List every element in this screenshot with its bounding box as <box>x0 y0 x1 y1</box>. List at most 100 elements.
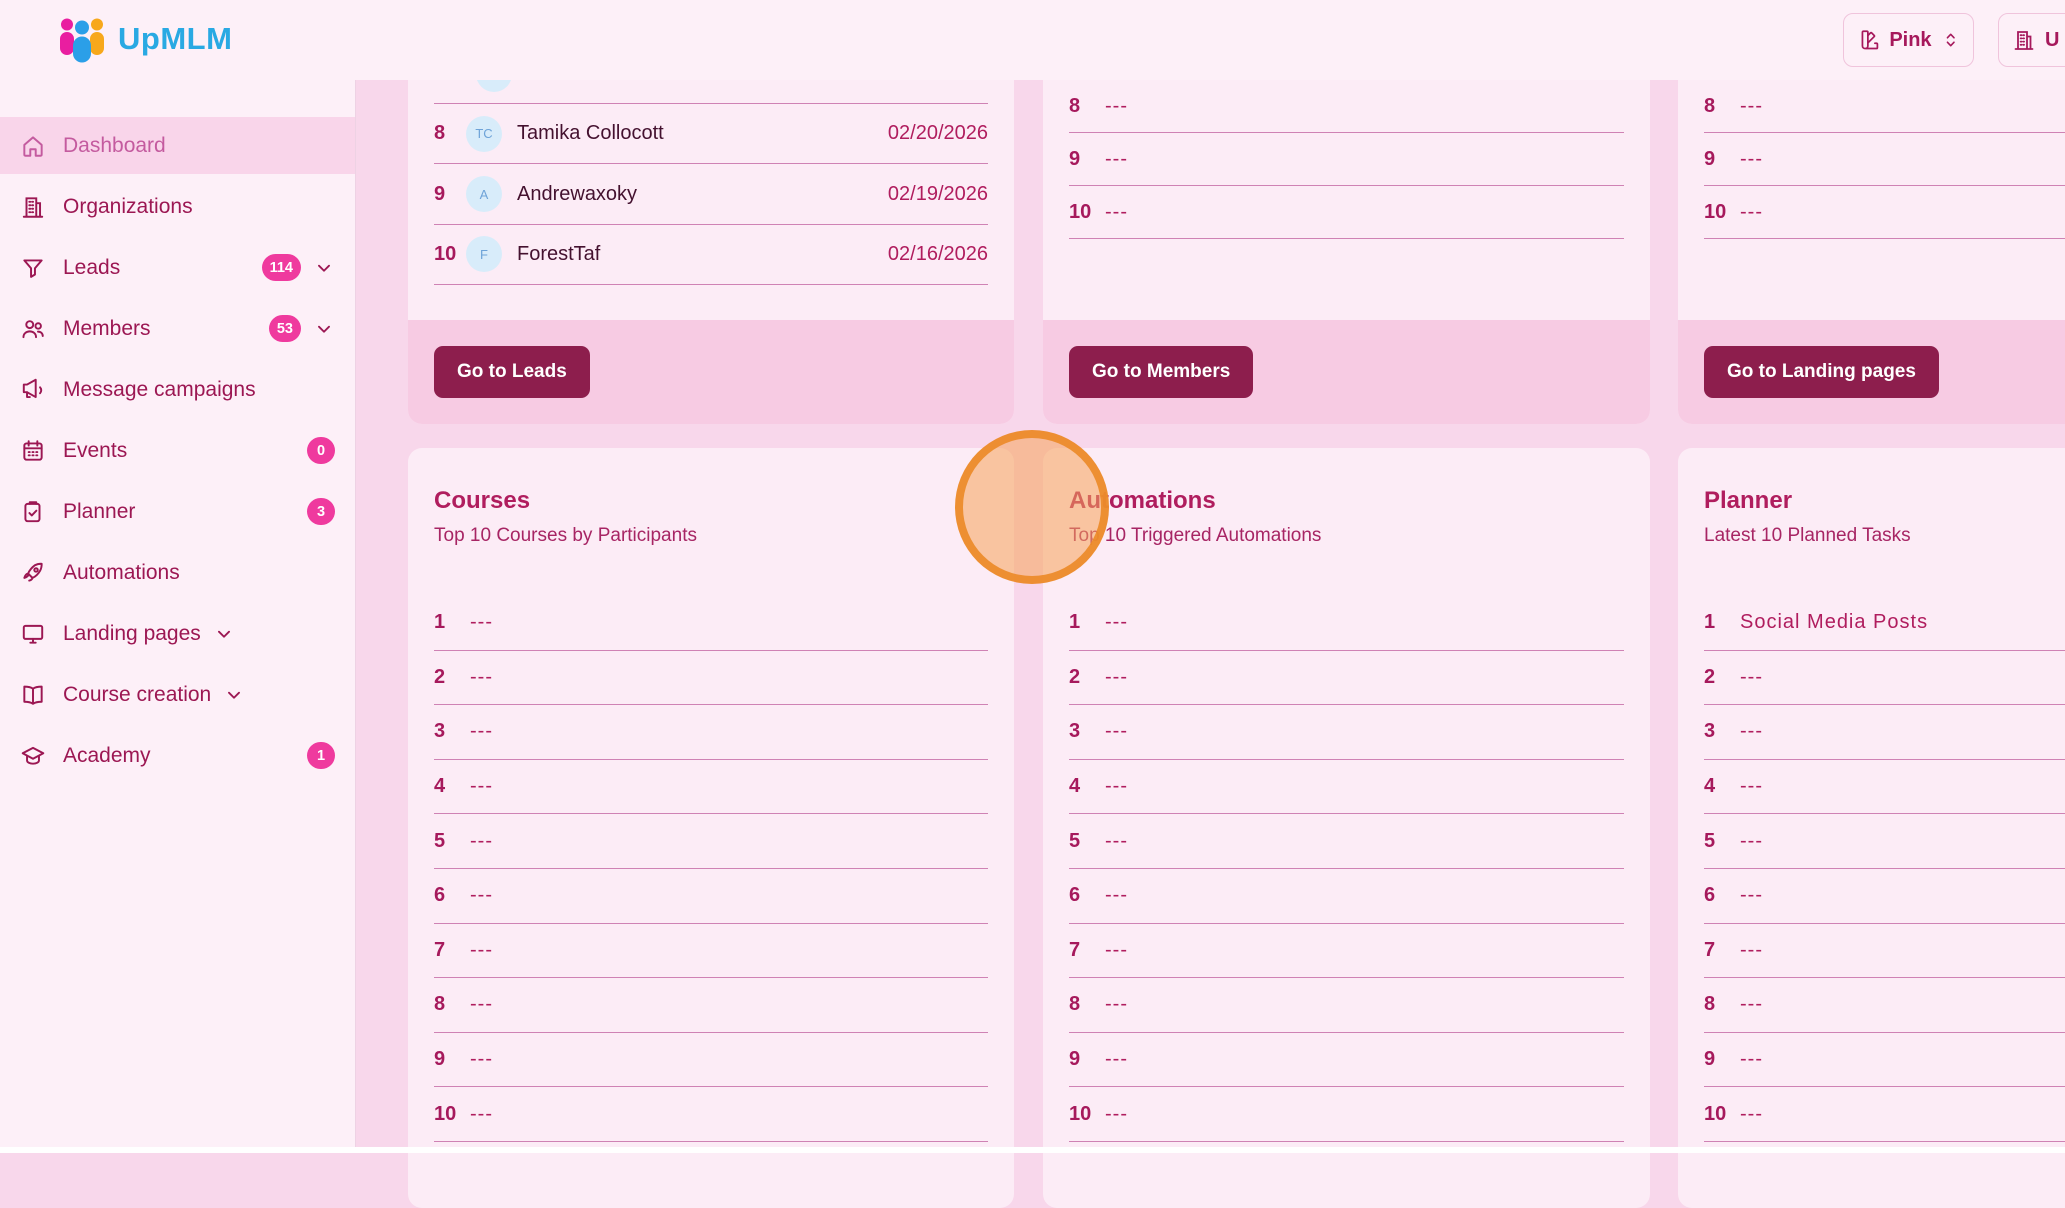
row-value: --- <box>1105 611 1128 634</box>
sidebar-item-icon <box>20 255 46 281</box>
list-item: 1 --- <box>1069 596 1624 651</box>
row-value: --- <box>1105 95 1128 118</box>
partial-lead-row <box>434 80 988 104</box>
row-value: --- <box>470 939 493 962</box>
list-item: 4 --- <box>1069 760 1624 815</box>
list-item: 9 --- <box>1704 1033 2065 1088</box>
sidebar-item-dashboard[interactable]: Dashboard <box>0 117 355 174</box>
card-title: Planner <box>1704 486 2065 516</box>
list-item: 3 --- <box>1069 705 1624 760</box>
list-item: 8 --- <box>1069 80 1624 133</box>
row-rank: 4 <box>434 775 470 798</box>
sidebar-item-label: Leads <box>63 256 120 280</box>
row-value: --- <box>1740 830 1763 853</box>
sidebar-item-icon <box>20 621 46 647</box>
list-item: 10 --- <box>1704 1087 2065 1142</box>
count-badge: 3 <box>307 498 335 525</box>
list-item: 3 --- <box>1704 705 2065 760</box>
page-bottom-strip <box>0 1147 2065 1153</box>
row-value: --- <box>470 993 493 1016</box>
row-rank: 7 <box>434 939 470 962</box>
chevron-down-icon <box>213 623 235 645</box>
row-rank: 8 <box>1704 95 1740 118</box>
row-rank: 10 <box>1704 201 1740 224</box>
row-value: --- <box>1740 993 1763 1016</box>
row-value: --- <box>470 1048 493 1071</box>
sidebar-item-academy[interactable]: Academy 1 <box>0 727 355 784</box>
row-value: --- <box>1105 1103 1128 1126</box>
sidebar-item-label: Landing pages <box>63 622 201 646</box>
card-subtitle: Top 10 Courses by Participants <box>434 524 988 548</box>
row-rank: 9 <box>1704 148 1740 171</box>
landing-card-footer: Go to Landing pages <box>1678 320 2065 424</box>
brand-logo: UpMLM <box>56 15 232 63</box>
row-rank: 6 <box>1069 884 1105 907</box>
row-value: --- <box>1740 939 1763 962</box>
row-rank: 1 <box>1704 611 1740 634</box>
row-value: --- <box>1105 666 1128 689</box>
list-item: 5 --- <box>434 814 988 869</box>
sidebar-item-course-creation[interactable]: Course creation <box>0 666 355 723</box>
row-rank: 8 <box>1704 993 1740 1016</box>
sidebar-item-members[interactable]: Members 53 <box>0 300 355 357</box>
row-rank: 10 <box>434 1103 470 1126</box>
row-value: --- <box>1740 95 1763 118</box>
row-rank: 8 <box>434 993 470 1016</box>
members-card-footer: Go to Members <box>1043 320 1650 424</box>
row-rank: 10 <box>1704 1103 1740 1126</box>
row-rank: 10 <box>434 243 466 266</box>
sidebar-item-planner[interactable]: Planner 3 <box>0 483 355 540</box>
sidebar-item-icon <box>20 499 46 525</box>
row-value: --- <box>470 830 493 853</box>
lead-row: 10 F ForestTaf 02/16/2026 <box>434 225 988 285</box>
sidebar-item-events[interactable]: Events 0 <box>0 422 355 479</box>
lead-name: Andrewaxoky <box>517 183 637 206</box>
sidebar-item-automations[interactable]: Automations <box>0 544 355 601</box>
row-value: --- <box>1105 201 1128 224</box>
row-value: --- <box>1105 830 1128 853</box>
theme-selector[interactable]: Pink <box>1843 13 1974 67</box>
list-item: 2 --- <box>434 651 988 706</box>
go-to-landing-pages-button[interactable]: Go to Landing pages <box>1704 346 1939 398</box>
row-value: --- <box>470 775 493 798</box>
count-badge: 53 <box>269 315 301 342</box>
lead-row: 8 TC Tamika Collocott 02/20/2026 <box>434 104 988 164</box>
row-rank: 4 <box>1704 775 1740 798</box>
chevrons-up-down-icon <box>1941 30 1960 50</box>
row-value: --- <box>470 720 493 743</box>
sidebar-item-leads[interactable]: Leads 114 <box>0 239 355 296</box>
lead-date: 02/19/2026 <box>888 183 988 206</box>
organization-switcher[interactable]: U <box>1998 13 2065 67</box>
count-badge: 114 <box>262 254 301 281</box>
sidebar-item-organizations[interactable]: Organizations <box>0 178 355 235</box>
go-to-leads-button[interactable]: Go to Leads <box>434 346 590 398</box>
count-badge: 0 <box>307 437 335 464</box>
row-rank: 8 <box>1069 95 1105 118</box>
planner-card: Planner Latest 10 Planned Tasks 1 Social… <box>1678 448 2065 1208</box>
sidebar-item-label: Members <box>63 317 151 341</box>
row-rank: 10 <box>1069 201 1105 224</box>
automations-card: Automations Top 10 Triggered Automations… <box>1043 448 1650 1208</box>
sidebar-item-label: Organizations <box>63 195 193 219</box>
row-value: --- <box>470 1103 493 1126</box>
row-rank: 6 <box>434 884 470 907</box>
row-rank: 10 <box>1069 1103 1105 1126</box>
list-item: 5 --- <box>1704 814 2065 869</box>
go-to-members-button[interactable]: Go to Members <box>1069 346 1253 398</box>
sidebar-item-label: Course creation <box>63 683 211 707</box>
row-rank: 5 <box>434 830 470 853</box>
row-value: Social Media Posts <box>1740 611 1928 634</box>
sidebar-item-landing-pages[interactable]: Landing pages <box>0 605 355 662</box>
sidebar-item-message-campaigns[interactable]: Message campaigns <box>0 361 355 418</box>
row-value: --- <box>1740 1048 1763 1071</box>
list-item: 10 --- <box>1704 186 2065 239</box>
card-title: Automations <box>1069 486 1624 516</box>
list-item: 8 --- <box>1704 978 2065 1033</box>
lead-name: ForestTaf <box>517 243 600 266</box>
list-item: 10 --- <box>434 1087 988 1142</box>
row-value: --- <box>470 666 493 689</box>
sidebar-item-icon <box>20 438 46 464</box>
sidebar-item-label: Academy <box>63 744 151 768</box>
row-value: --- <box>1105 939 1128 962</box>
list-item: 6 --- <box>434 869 988 924</box>
